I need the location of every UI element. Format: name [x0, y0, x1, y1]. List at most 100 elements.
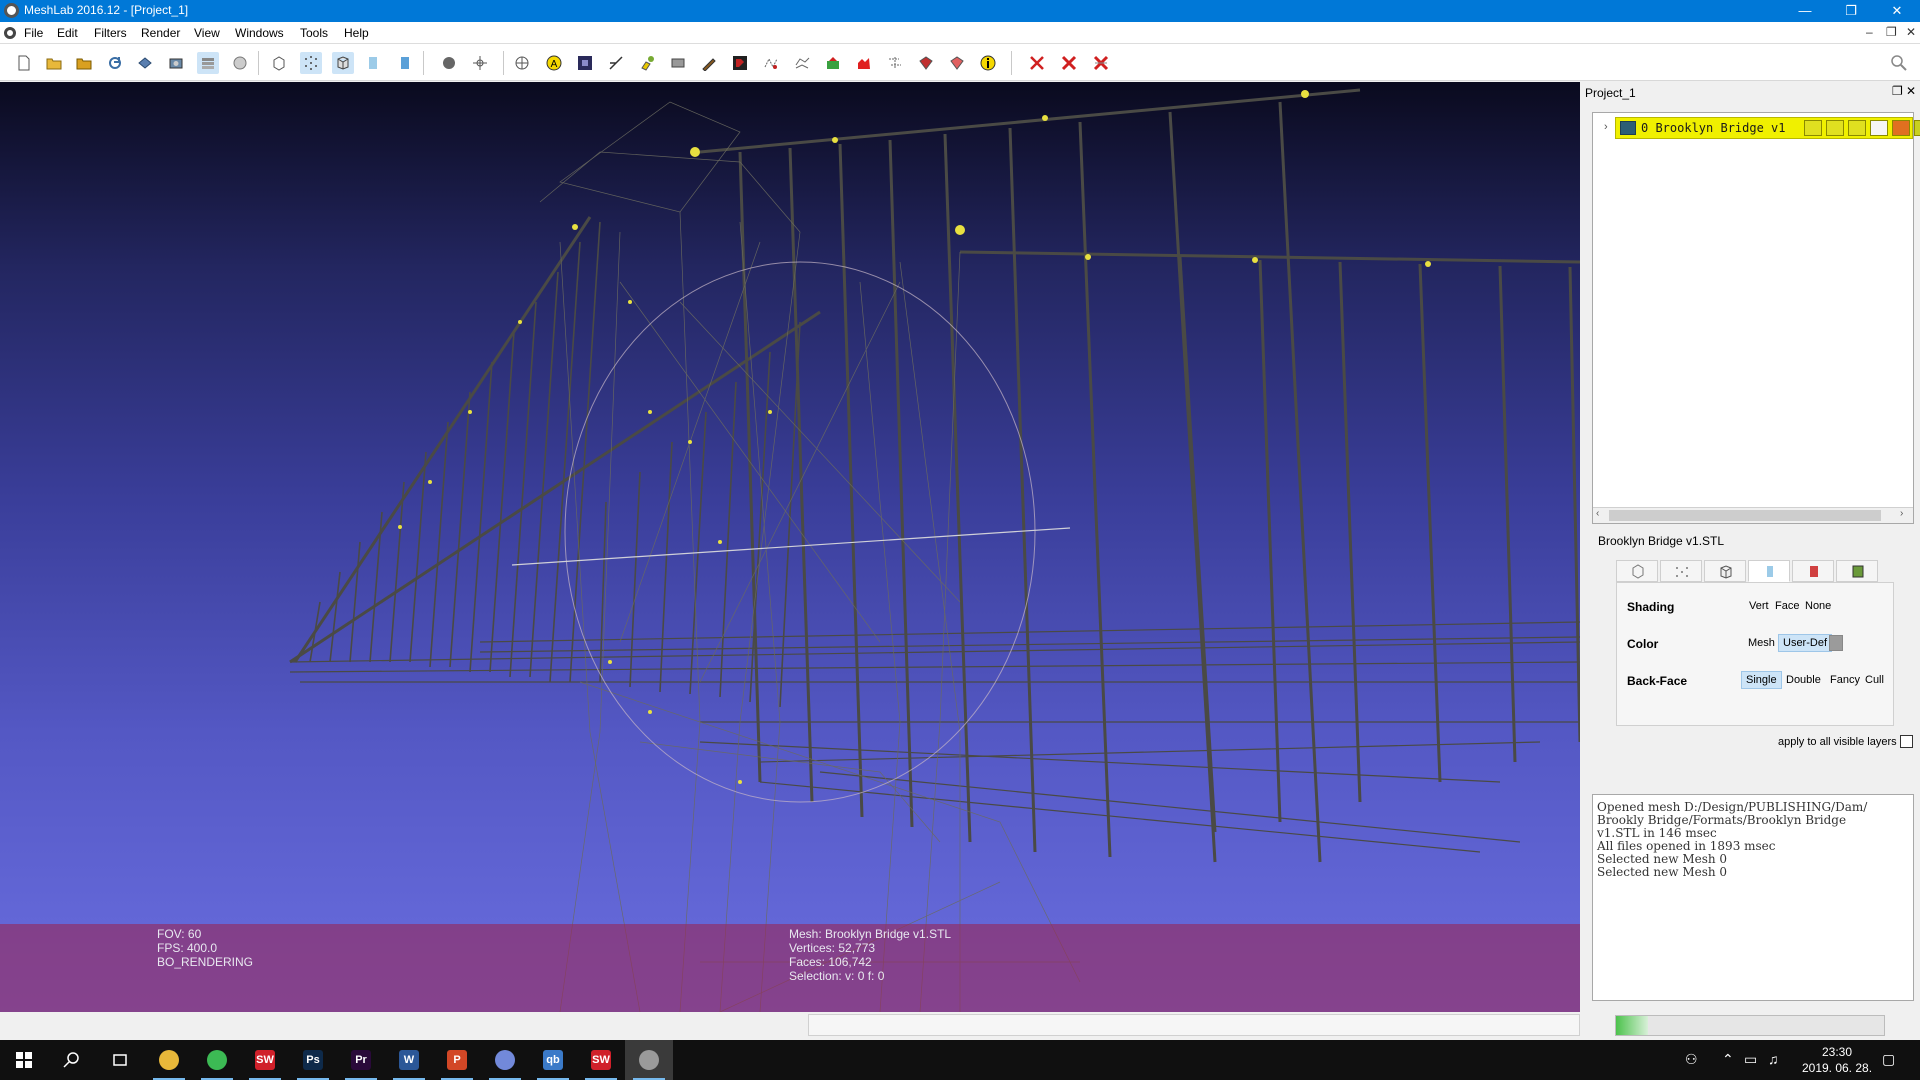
mdi-minimize-button[interactable]: – — [1866, 25, 1873, 39]
start-button[interactable] — [0, 1040, 48, 1080]
tab-texture[interactable] — [1792, 560, 1834, 582]
meshlab-app-icon[interactable] — [4, 3, 19, 18]
tray-expand-icon[interactable]: ⌃ — [1722, 1051, 1734, 1068]
clock[interactable]: 23:30 2019. 06. 28. — [1797, 1044, 1877, 1076]
select-connected-icon[interactable] — [791, 52, 813, 74]
tab-points[interactable] — [1660, 560, 1702, 582]
menu-windows[interactable]: Windows — [235, 26, 284, 40]
layer-bbox-icon[interactable] — [1804, 120, 1822, 136]
layer-wire-icon[interactable] — [1848, 120, 1866, 136]
dock-close-button[interactable]: ✕ — [1906, 84, 1916, 98]
wireframe-icon[interactable] — [332, 52, 354, 74]
manipulator-icon[interactable] — [511, 52, 533, 74]
mdi-system-icon[interactable] — [4, 27, 16, 39]
shading-face-option[interactable]: Face — [1771, 598, 1803, 614]
select-faces-icon[interactable] — [760, 52, 782, 74]
log-panel[interactable]: Opened mesh D:/Design/PUBLISHING/Dam/ Br… — [1592, 794, 1914, 1001]
tab-selection[interactable] — [1836, 560, 1878, 582]
color-mesh-option[interactable]: Mesh — [1744, 635, 1779, 651]
info-icon[interactable] — [946, 52, 968, 74]
apply-all-checkbox[interactable] — [1900, 735, 1913, 748]
paint-icon[interactable] — [636, 52, 658, 74]
delete-all-icon[interactable] — [1090, 52, 1112, 74]
flat-icon[interactable] — [362, 52, 384, 74]
points-icon[interactable] — [300, 52, 322, 74]
premiere-taskbar-button[interactable]: Pr — [337, 1040, 385, 1080]
reload-icon[interactable] — [104, 52, 126, 74]
smooth-icon[interactable] — [394, 52, 416, 74]
horizontal-scrollbar[interactable]: ‹ › — [1593, 507, 1913, 523]
delete-vertices-icon[interactable] — [1026, 52, 1048, 74]
tab-wireframe[interactable] — [1704, 560, 1746, 582]
zoom-region-icon[interactable] — [853, 52, 875, 74]
search-icon[interactable] — [1888, 52, 1910, 74]
save-snapshot-icon[interactable] — [134, 52, 156, 74]
layer-texture-icon[interactable] — [1892, 120, 1910, 136]
open-project-icon[interactable] — [43, 52, 65, 74]
notifications-icon[interactable]: ▢ — [1882, 1051, 1895, 1068]
people-icon[interactable]: ⚇ — [1685, 1051, 1698, 1068]
discord-taskbar-button[interactable] — [481, 1040, 529, 1080]
dock-float-button[interactable]: ❐ — [1892, 84, 1903, 98]
bounding-box-icon[interactable] — [268, 52, 290, 74]
pick-points-icon[interactable] — [915, 52, 937, 74]
georef-icon[interactable] — [822, 52, 844, 74]
backface-single-option[interactable]: Single — [1741, 671, 1782, 689]
backface-cull-option[interactable]: Cull — [1861, 672, 1888, 688]
network-icon[interactable]: ▭ — [1744, 1051, 1757, 1068]
info-icon-2[interactable] — [977, 52, 999, 74]
powerpoint-taskbar-button[interactable]: P — [433, 1040, 481, 1080]
import-mesh-icon[interactable] — [73, 52, 95, 74]
color-picker-icon[interactable] — [698, 52, 720, 74]
meshlab-taskbar-button[interactable] — [625, 1040, 673, 1080]
select-vertices-icon[interactable] — [729, 52, 751, 74]
menu-view[interactable]: View — [194, 26, 220, 40]
scroll-left-icon[interactable]: ‹ — [1596, 508, 1599, 519]
menu-render[interactable]: Render — [141, 26, 180, 40]
menu-filters[interactable]: Filters — [94, 26, 127, 40]
photoshop-taskbar-button[interactable]: Ps — [289, 1040, 337, 1080]
backface-double-option[interactable]: Double — [1782, 672, 1825, 688]
layer-row[interactable]: › 0 Brooklyn Bridge v1 — [1604, 117, 1920, 139]
layer-list[interactable]: › 0 Brooklyn Bridge v1 ‹ › — [1592, 112, 1920, 524]
layer-selection-icon[interactable] — [1914, 120, 1920, 136]
close-button[interactable]: ✕ — [1874, 0, 1920, 22]
delete-faces-icon[interactable] — [1058, 52, 1080, 74]
scroll-thumb[interactable] — [1609, 510, 1881, 521]
layer-fill-icon[interactable] — [1870, 120, 1888, 136]
visibility-icon[interactable] — [1620, 121, 1636, 135]
menu-help[interactable]: Help — [344, 26, 369, 40]
task-view-button[interactable] — [96, 1040, 144, 1080]
mdi-restore-button[interactable]: ❐ — [1886, 25, 1897, 39]
layer-points-icon[interactable] — [1826, 120, 1844, 136]
snapshot-icon[interactable] — [165, 52, 187, 74]
solidworks-taskbar-button[interactable]: SW — [241, 1040, 289, 1080]
file-explorer-taskbar-button[interactable] — [145, 1040, 193, 1080]
texture-icon[interactable] — [574, 52, 596, 74]
volume-icon[interactable]: ♫ — [1768, 1051, 1779, 1067]
raster-icon[interactable] — [229, 52, 251, 74]
measure-icon[interactable] — [605, 52, 627, 74]
color-userdef-option[interactable]: User-Def — [1778, 634, 1833, 652]
mdi-close-button[interactable]: ✕ — [1906, 25, 1916, 39]
menu-tools[interactable]: Tools — [300, 26, 328, 40]
tab-bbox[interactable] — [1616, 560, 1658, 582]
qbittorrent-taskbar-button[interactable]: qb — [529, 1040, 577, 1080]
backface-fancy-option[interactable]: Fancy — [1826, 672, 1864, 688]
brush-icon[interactable] — [667, 52, 689, 74]
word-taskbar-button[interactable]: W — [385, 1040, 433, 1080]
expand-arrow-icon[interactable]: › — [1604, 121, 1608, 133]
search-taskbar-button[interactable] — [48, 1040, 96, 1080]
menu-file[interactable]: File — [24, 26, 43, 40]
layers-icon[interactable] — [197, 52, 219, 74]
light-icon[interactable] — [438, 52, 460, 74]
new-project-icon[interactable] — [13, 52, 35, 74]
tab-fill[interactable] — [1748, 560, 1790, 582]
solidworks-taskbar-button[interactable]: SW — [577, 1040, 625, 1080]
transform-icon[interactable] — [469, 52, 491, 74]
maximize-button[interactable]: ❐ — [1828, 0, 1874, 22]
user-color-swatch[interactable] — [1829, 635, 1843, 651]
chrome-taskbar-button[interactable] — [193, 1040, 241, 1080]
3d-viewport[interactable]: FOV: 60 FPS: 400.0 BO_RENDERING Mesh: Br… — [0, 82, 1580, 1012]
minimize-button[interactable]: — — [1782, 0, 1828, 22]
